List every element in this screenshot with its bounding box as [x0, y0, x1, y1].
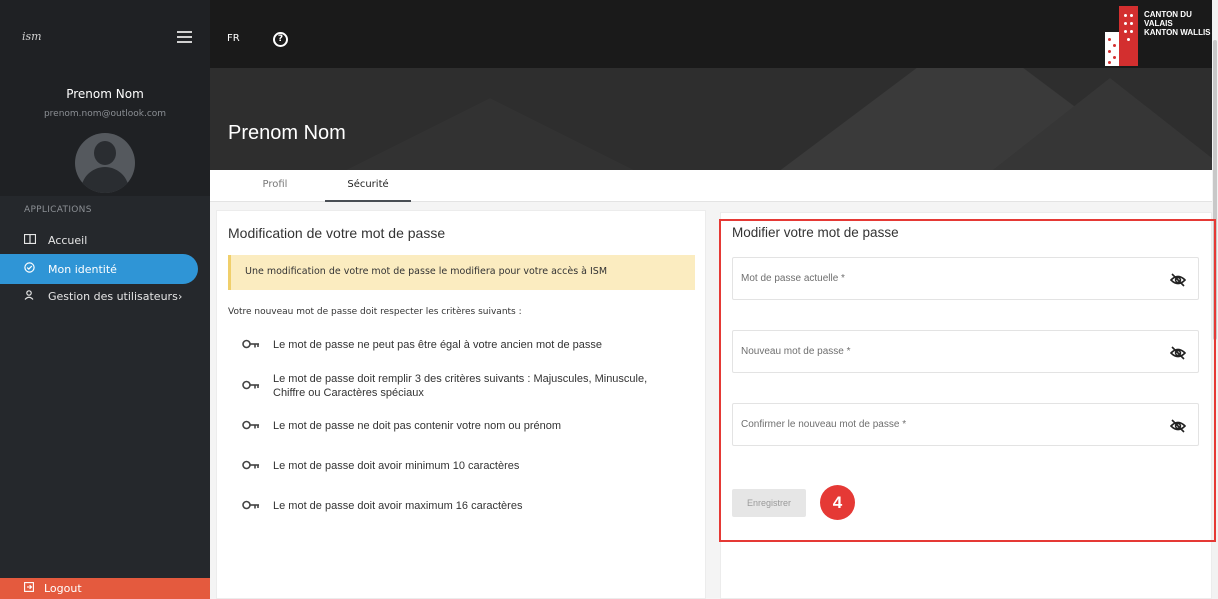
eye-off-icon[interactable] [1169, 272, 1187, 287]
confirm-password-field [732, 403, 1199, 446]
canton-name-de: KANTON WALLIS [1144, 28, 1211, 37]
avatar [75, 133, 135, 193]
eye-off-icon[interactable] [1169, 345, 1187, 360]
key-icon [242, 500, 264, 513]
key-icon [242, 380, 264, 393]
app-logo[interactable]: ism [22, 30, 42, 43]
form-title: Modifier votre mot de passe [732, 225, 899, 240]
tab-profil[interactable]: Profil [250, 170, 300, 202]
rule-text-line: Le mot de passe doit remplir 3 des critè… [273, 373, 648, 385]
current-password-field [732, 257, 1199, 300]
help-icon[interactable]: ? [273, 32, 288, 47]
logout-button[interactable]: Logout [0, 578, 210, 599]
user-icon [24, 289, 38, 303]
book-icon [23, 233, 38, 247]
logout-icon [24, 582, 34, 595]
list-item: Le mot de passe doit avoir maximum 16 ca… [242, 499, 522, 513]
save-button[interactable]: Enregistrer [732, 489, 806, 517]
rule-text: Le mot de passe doit remplir 3 des critè… [273, 372, 647, 400]
canton-name: CANTON DU VALAIS KANTON WALLIS [1144, 10, 1218, 37]
rules-title: Modification de votre mot de passe [228, 225, 446, 241]
eye-off-icon[interactable] [1169, 418, 1187, 433]
canton-flag-icon [1105, 6, 1138, 66]
list-item: Le mot de passe ne peut pas être égal à … [242, 338, 602, 352]
rule-text-line: Chiffre ou Caractères spéciaux [273, 387, 424, 399]
section-label-applications: APPLICATIONS [24, 205, 92, 215]
top-bar: FR ? CANTON DU VALAIS KANTON WALLIS [210, 0, 1218, 68]
chevron-right-icon: › [178, 289, 183, 303]
new-password-field [732, 330, 1199, 373]
confirm-password-input[interactable] [741, 412, 1161, 436]
key-icon [242, 460, 264, 473]
key-icon [242, 339, 264, 352]
key-icon [242, 420, 264, 433]
rule-text: Le mot de passe ne doit pas contenir vot… [273, 420, 562, 432]
rule-text: Le mot de passe doit avoir maximum 16 ca… [273, 500, 523, 512]
tab-securite[interactable]: Sécurité [325, 170, 411, 202]
password-rules-card: Modification de votre mot de passe Une m… [216, 210, 706, 599]
logout-label: Logout [44, 582, 82, 595]
shield-check-icon [24, 262, 38, 276]
rule-text: Le mot de passe doit avoir minimum 10 ca… [273, 460, 520, 472]
sidebar-item-label: Accueil [48, 233, 88, 247]
sidebar-item-mon-identite[interactable]: Mon identité [0, 254, 198, 284]
sidebar-item-label: Mon identité [48, 262, 117, 276]
list-item: Le mot de passe doit avoir minimum 10 ca… [242, 459, 519, 473]
user-name: Prenom Nom [66, 87, 144, 101]
language-selector[interactable]: FR [227, 33, 240, 44]
tab-bar: Profil Sécurité [210, 170, 1212, 202]
list-item: Le mot de passe doit remplir 3 des critè… [242, 372, 647, 400]
canton-logo: CANTON DU VALAIS KANTON WALLIS [1092, 6, 1218, 68]
sidebar-item-label: Gestion des utilisateurs [48, 289, 178, 303]
current-password-input[interactable] [741, 266, 1161, 290]
page-title: Prenom Nom [228, 122, 346, 144]
warning-message: Une modification de votre mot de passe l… [228, 255, 695, 290]
sidebar-item-accueil[interactable]: Accueil [0, 225, 198, 255]
sidebar-item-gestion-utilisateurs[interactable]: Gestion des utilisateurs › [0, 281, 198, 311]
sidebar-profile-area: ism Prenom Nom prenom.nom@outlook.com [0, 0, 210, 196]
rule-text: Le mot de passe ne peut pas être égal à … [273, 339, 602, 351]
sidebar: ism Prenom Nom prenom.nom@outlook.com AP… [0, 0, 210, 599]
hamburger-menu-icon[interactable] [177, 31, 192, 43]
profile-banner: Prenom Nom [210, 68, 1212, 170]
user-email: prenom.nom@outlook.com [43, 109, 167, 119]
list-item: Le mot de passe ne doit pas contenir vot… [242, 419, 561, 433]
canton-name-fr: CANTON DU VALAIS [1144, 10, 1192, 28]
new-password-input[interactable] [741, 339, 1161, 363]
rules-intro: Votre nouveau mot de passe doit respecte… [228, 307, 522, 317]
step-badge: 4 [820, 485, 855, 520]
